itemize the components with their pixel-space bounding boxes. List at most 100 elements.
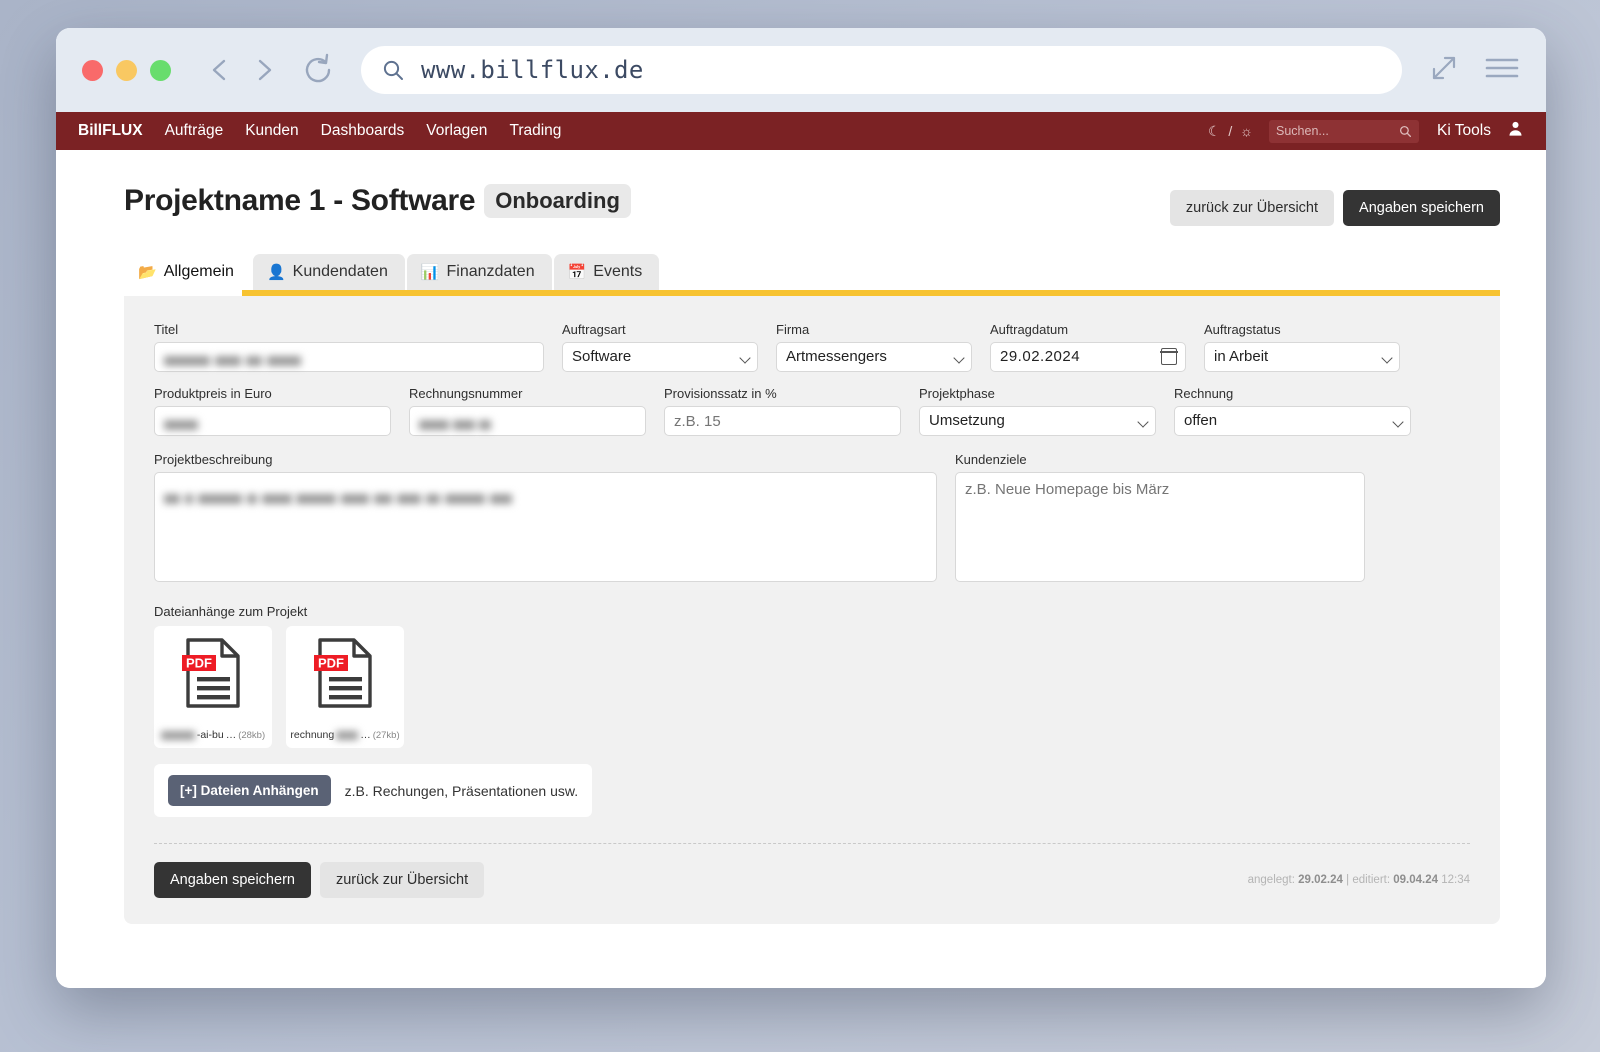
field-label: Rechnungsnummer <box>409 386 523 401</box>
produktpreis-input[interactable] <box>154 406 391 436</box>
field-auftragstatus: Auftragstatus in Arbeit <box>1204 322 1400 372</box>
field-projektbeschreibung: Projektbeschreibung <box>154 452 937 582</box>
page-title: Projektname 1 - Software <box>124 184 476 217</box>
created-label: angelegt: <box>1247 874 1295 886</box>
field-label: Projektphase <box>919 386 995 401</box>
svg-text:PDF: PDF <box>186 656 212 671</box>
tab-finanzdaten[interactable]: 📊 Finanzdaten <box>406 254 552 290</box>
attachments-list: PDF -ai-bu… (28kb) PDF rechnung … (27kb) <box>154 626 1470 748</box>
field-produktpreis: Produktpreis in Euro <box>154 386 391 436</box>
nav-item-vorlagen[interactable]: Vorlagen <box>426 122 487 140</box>
nav-item-dashboards[interactable]: Dashboards <box>321 122 405 140</box>
redacted-filename-part <box>160 729 195 741</box>
chevron-right-icon[interactable] <box>251 55 277 85</box>
back-to-overview-button-top[interactable]: zurück zur Übersicht <box>1169 190 1335 226</box>
maximize-window-button[interactable] <box>150 59 171 81</box>
field-label: Projektbeschreibung <box>154 452 273 467</box>
browser-chrome: www.billflux.de <box>56 28 1546 112</box>
minimize-window-button[interactable] <box>116 59 137 81</box>
kundenziele-textarea[interactable] <box>955 472 1365 582</box>
field-label: Auftragdatum <box>990 322 1069 337</box>
tab-label: Kundendaten <box>292 263 388 280</box>
field-label: Titel <box>154 322 179 337</box>
field-firma: Firma Artmessengers <box>776 322 972 372</box>
form-card: Titel Auftragsart Software Firma Artmess… <box>124 296 1500 924</box>
pdf-file-icon: PDF <box>182 638 240 708</box>
tab-bar: 📂 Allgemein 👤 Kundendaten 📊 Finanzdaten … <box>56 254 1546 290</box>
expand-arrows-icon[interactable] <box>1428 52 1460 89</box>
field-provisionssatz: Provisionssatz in % <box>664 386 901 436</box>
field-rechnungsnummer: Rechnungsnummer <box>409 386 646 436</box>
edited-value: 09.04.24 <box>1393 874 1439 886</box>
projektphase-select[interactable]: Umsetzung <box>919 406 1156 436</box>
window-controls[interactable] <box>82 59 171 81</box>
tab-label: Allgemein <box>163 263 234 280</box>
auftragsart-select[interactable]: Software <box>562 342 758 372</box>
provisionssatz-input[interactable] <box>664 406 901 436</box>
url-bar[interactable]: www.billflux.de <box>361 46 1402 94</box>
ki-tools-link[interactable]: Ki Tools <box>1437 122 1491 140</box>
field-rechnung: Rechnung offen <box>1174 386 1411 436</box>
hamburger-menu-icon[interactable] <box>1484 54 1520 87</box>
field-auftragdatum: Auftragdatum 29.02.2024 <box>990 322 1186 372</box>
tab-allgemein[interactable]: 📂 Allgemein <box>124 254 251 290</box>
redacted-value <box>164 416 198 433</box>
field-label: Firma <box>776 322 810 337</box>
page-body: Projektname 1 - Software Onboarding zurüc… <box>56 150 1546 988</box>
back-to-overview-button-bottom[interactable]: zurück zur Übersicht <box>319 862 485 898</box>
nav-item-kunden[interactable]: Kunden <box>245 122 298 140</box>
accent-bar <box>242 290 1500 296</box>
meta-separator: | <box>1346 874 1350 886</box>
field-auftragsart: Auftragsart Software <box>562 322 758 372</box>
record-timestamps: angelegt: 29.02.24 | editiert: 09.04.24 … <box>1248 874 1470 886</box>
projektbeschreibung-textarea[interactable] <box>154 472 937 582</box>
nav-item-auftraege[interactable]: Aufträge <box>165 122 224 140</box>
theme-toggle-icon[interactable]: ☾ / ☼ <box>1208 123 1255 140</box>
form-row-1: Titel Auftragsart Software Firma Artmess… <box>154 322 1470 372</box>
attach-files-hint: z.B. Rechungen, Präsentationen usw. <box>344 782 579 799</box>
header-actions: zurück zur Übersicht Angaben speichern <box>1169 184 1500 226</box>
tab-kundendaten[interactable]: 👤 Kundendaten <box>252 254 405 290</box>
attachment-size: (27kb) <box>372 729 400 741</box>
save-button-bottom[interactable]: Angaben speichern <box>154 862 311 898</box>
reload-icon[interactable] <box>301 53 335 87</box>
svg-text:PDF: PDF <box>318 656 344 671</box>
chevron-left-icon[interactable] <box>207 55 233 85</box>
attach-files-box: [+] Dateien Anhängen z.B. Rechungen, Prä… <box>154 764 593 817</box>
attach-files-button[interactable]: [+] Dateien Anhängen <box>168 775 331 806</box>
section-divider <box>154 843 1470 844</box>
titel-input[interactable] <box>154 342 544 372</box>
attachment-name: -ai-bu… (28kb) <box>160 729 265 741</box>
edited-label: editiert: <box>1352 874 1391 886</box>
field-label: Provisionssatz in % <box>664 386 777 401</box>
app-brand[interactable]: BillFLUX <box>78 122 143 140</box>
nav-search-input[interactable]: Suchen... <box>1269 119 1419 143</box>
tab-label: Events <box>593 263 643 280</box>
tab-events[interactable]: 📅 Events <box>553 254 660 290</box>
attachment-item[interactable]: PDF rechnung … (27kb) <box>286 626 404 748</box>
firma-select[interactable]: Artmessengers <box>776 342 972 372</box>
rechnungsnummer-input[interactable] <box>409 406 646 436</box>
user-avatar-icon[interactable] <box>1507 120 1524 142</box>
open-folder-icon: 📂 <box>138 264 157 281</box>
calendar-icon: 📅 <box>567 264 587 281</box>
tab-label: Finanzdaten <box>446 263 535 280</box>
redacted-value <box>164 490 292 507</box>
attachment-name-trail: … <box>225 729 237 741</box>
browser-window: www.billflux.de BillFLUX Aufträge Kunden… <box>56 28 1546 988</box>
nav-search-placeholder: Suchen... <box>1276 124 1329 138</box>
status-badge: Onboarding <box>484 184 631 218</box>
nav-item-trading[interactable]: Trading <box>509 122 561 140</box>
created-value: 29.02.24 <box>1298 874 1343 886</box>
auftragdatum-input[interactable]: 29.02.2024 <box>990 342 1186 372</box>
attachment-name-visible: rechnung <box>290 729 335 741</box>
auftragstatus-select[interactable]: in Arbeit <box>1204 342 1400 372</box>
rechnung-select[interactable]: offen <box>1174 406 1411 436</box>
attachment-item[interactable]: PDF -ai-bu… (28kb) <box>154 626 272 748</box>
url-text: www.billflux.de <box>421 56 644 84</box>
pdf-file-icon: PDF <box>314 638 372 708</box>
save-button-top[interactable]: Angaben speichern <box>1343 190 1500 226</box>
field-projektphase: Projektphase Umsetzung <box>919 386 1156 436</box>
form-row-3: Projektbeschreibung Kundenziele <box>154 452 1470 582</box>
close-window-button[interactable] <box>82 59 103 81</box>
